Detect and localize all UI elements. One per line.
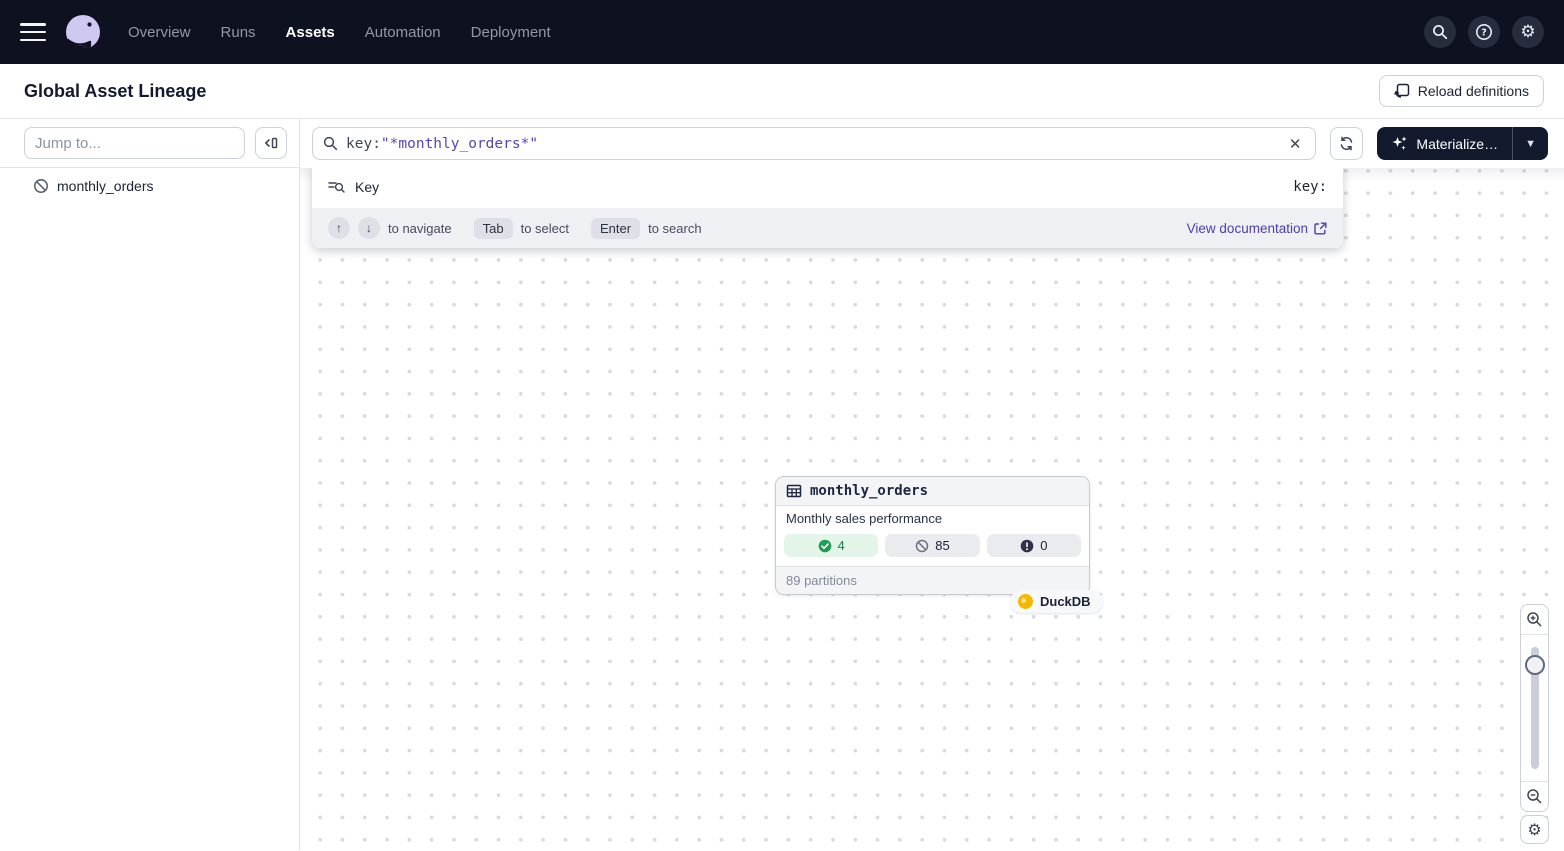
check-circle-icon (818, 539, 832, 553)
code-location-reload-icon (1394, 83, 1410, 99)
refresh-graph-button[interactable] (1330, 127, 1363, 160)
jump-to-input[interactable] (24, 127, 245, 159)
kind-tag-label: DuckDB (1040, 594, 1091, 609)
top-nav: Overview Runs Assets Automation Deployme… (0, 0, 1564, 64)
never-materialized-icon (33, 178, 49, 194)
lineage-main: monthly_orders Monthly sales performance… (300, 119, 1564, 850)
zoom-control-panel (1520, 604, 1549, 812)
materialize-label: Materialize… (1416, 136, 1498, 152)
asset-node-header: monthly_orders (776, 477, 1089, 506)
svg-text:?: ? (1481, 28, 1487, 39)
nav-overview[interactable]: Overview (128, 24, 191, 41)
search-query-value: "*monthly_orders*" (381, 136, 538, 152)
page-header: Global Asset Lineage Reload definitions (0, 64, 1564, 119)
zoom-in-icon[interactable] (1521, 605, 1548, 634)
failed-count: 0 (1040, 538, 1047, 553)
zoom-out-icon[interactable] (1521, 782, 1548, 811)
nav-automation[interactable]: Automation (365, 24, 441, 41)
materialize-button-group: Materialize… ▼ (1377, 127, 1548, 160)
materialized-count-badge[interactable]: 4 (784, 534, 878, 557)
circle-slash-icon (915, 539, 929, 553)
page-title: Global Asset Lineage (24, 81, 206, 102)
sidebar-toolbar (0, 119, 299, 168)
primary-nav: Overview Runs Assets Automation Deployme… (128, 24, 551, 41)
search-hint: to search (648, 221, 701, 236)
lineage-canvas[interactable]: monthly_orders Monthly sales performance… (300, 168, 1564, 850)
sparkle-icon (1391, 135, 1408, 152)
search-suggestions-dropdown: Key key: ↑ ↓ to navigate Tab to select E… (312, 165, 1343, 248)
navigate-hint: to navigate (388, 221, 452, 236)
materialize-dropdown-button[interactable]: ▼ (1512, 127, 1548, 160)
filter-search-icon (328, 179, 345, 194)
hamburger-menu-icon[interactable] (20, 23, 46, 41)
kind-tag-duckdb[interactable]: DuckDB (1010, 590, 1103, 613)
asset-node-badges: 4 85 0 (776, 529, 1089, 566)
materialized-count: 4 (838, 538, 845, 553)
enter-key: Enter (591, 218, 640, 239)
suggestion-key[interactable]: Key key: (312, 165, 1343, 208)
dagster-logo[interactable] (64, 13, 102, 51)
tab-key: Tab (474, 218, 513, 239)
duckdb-icon (1018, 594, 1033, 609)
materialize-button[interactable]: Materialize… (1377, 127, 1512, 160)
view-documentation-label: View documentation (1187, 221, 1308, 236)
suggestion-label: Key (355, 179, 379, 195)
asset-node-description: Monthly sales performance (776, 506, 1089, 529)
table-icon (786, 483, 802, 499)
search-icon (323, 136, 338, 151)
suggestion-syntax-hint: key: (1293, 179, 1327, 195)
lineage-toolbar: key:"*monthly_orders*" ✕ Materialize… ▼ (300, 119, 1564, 168)
alert-circle-icon (1020, 539, 1034, 553)
nav-deployment[interactable]: Deployment (471, 24, 551, 41)
sidebar-item-monthly-orders[interactable]: monthly_orders (0, 168, 299, 204)
search-icon[interactable] (1424, 16, 1456, 48)
sidebar-item-label: monthly_orders (57, 178, 154, 194)
reload-definitions-button[interactable]: Reload definitions (1379, 75, 1544, 107)
lineage-search-input[interactable]: key:"*monthly_orders*" ✕ (312, 127, 1316, 160)
search-query-text: key:"*monthly_orders*" (346, 136, 538, 152)
reload-definitions-label: Reload definitions (1418, 83, 1529, 99)
nav-assets[interactable]: Assets (286, 24, 335, 41)
graph-settings-button[interactable]: ⚙ (1520, 815, 1549, 844)
collapse-sidebar-button[interactable] (255, 127, 287, 159)
settings-gear-icon[interactable]: ⚙ (1512, 16, 1544, 48)
nav-runs[interactable]: Runs (221, 24, 256, 41)
topnav-actions: ? ⚙ (1424, 16, 1544, 48)
select-hint: to select (521, 221, 569, 236)
asset-node-title: monthly_orders (810, 483, 928, 499)
asset-node-monthly-orders[interactable]: monthly_orders Monthly sales performance… (775, 476, 1090, 595)
arrow-down-key-icon: ↓ (358, 217, 380, 239)
zoom-slider[interactable] (1521, 635, 1548, 781)
help-icon[interactable]: ? (1468, 16, 1500, 48)
never-materialized-count-badge[interactable]: 85 (885, 534, 979, 557)
zoom-slider-handle[interactable] (1525, 655, 1545, 675)
arrow-up-key-icon: ↑ (328, 217, 350, 239)
clear-search-icon[interactable]: ✕ (1285, 133, 1306, 155)
view-documentation-link[interactable]: View documentation (1187, 221, 1327, 236)
external-link-icon (1314, 222, 1327, 235)
search-query-prefix: key: (346, 136, 381, 152)
failed-count-badge[interactable]: 0 (987, 534, 1081, 557)
lineage-sidebar: monthly_orders (0, 119, 300, 850)
never-materialized-count: 85 (935, 538, 949, 553)
suggestions-footer: ↑ ↓ to navigate Tab to select Enter to s… (312, 208, 1343, 248)
